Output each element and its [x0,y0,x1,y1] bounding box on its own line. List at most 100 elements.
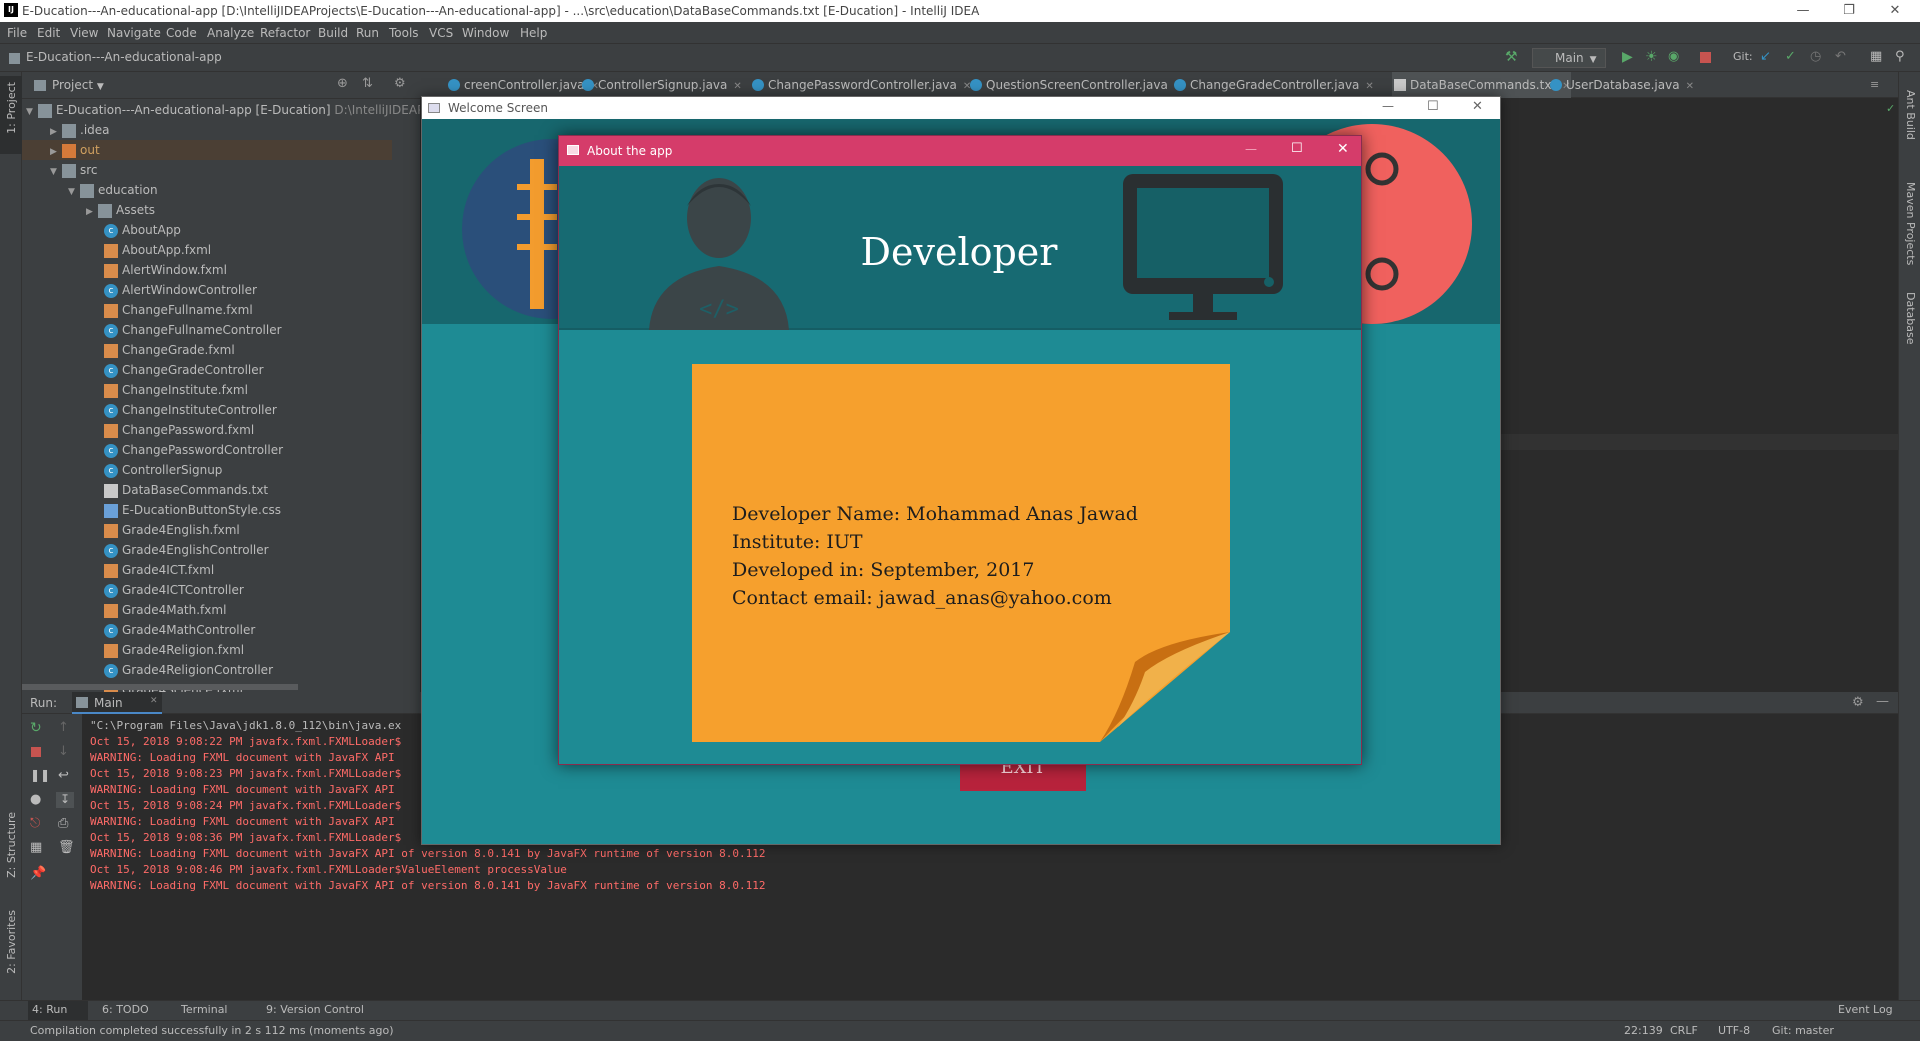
bottom-vcs-label[interactable]: 9: Version Control [266,1003,364,1016]
tree-item[interactable]: c Grade4ReligionController [104,660,273,680]
tree-item[interactable]: ChangeFullname.fxml [104,300,253,320]
caret-position[interactable]: 22:139 [1624,1024,1663,1037]
stop-icon[interactable] [1700,52,1711,63]
rerun-icon[interactable]: ↻ [30,720,42,736]
bottom-todo-label[interactable]: 6: TODO [102,1003,149,1016]
editor-tab[interactable]: ControllerSignup.java ✕ [580,72,742,98]
git-branch[interactable]: Git: master [1772,1024,1834,1037]
close-icon[interactable]: ✕ [1872,0,1918,22]
tree-horizontal-scrollbar[interactable] [22,684,298,690]
tree-item[interactable]: Grade4Math.fxml [104,600,226,620]
pin-icon[interactable]: 📌 [30,866,46,881]
soft-wrap-icon[interactable]: ↩ [58,768,69,783]
run-icon[interactable]: ▶ [1622,49,1633,65]
trash-icon[interactable]: 🗑 [58,840,75,855]
tree-item[interactable]: ChangeInstitute.fxml [104,380,248,400]
print-icon[interactable]: ⎙ [58,816,68,831]
run-hide-icon[interactable]: — [1876,694,1889,709]
tab-close-icon[interactable]: ✕ [1365,81,1373,92]
breadcrumb-project[interactable]: E-Ducation---An-educational-app [26,50,222,64]
project-structure-icon[interactable]: ▦ [1870,49,1882,64]
tree-item[interactable]: E-DucationButtonStyle.css [104,500,281,520]
tree-item[interactable]: ChangePassword.fxml [104,420,254,440]
tree-item[interactable]: ▼ src [50,160,98,180]
tree-item[interactable]: c ChangeInstituteController [104,400,277,420]
scroll-from-source-icon[interactable]: ⊕ [337,76,348,91]
line-separator[interactable]: CRLF [1670,1024,1698,1037]
tree-item[interactable]: c ChangePasswordController [104,440,283,460]
tree-item[interactable]: ▶ .idea [50,120,110,140]
tree-item[interactable]: c Grade4EnglishController [104,540,269,560]
inspection-ok-icon[interactable]: ✓ [1886,102,1895,115]
menu-view[interactable]: View [70,26,98,40]
tree-item[interactable]: ▶ Assets [86,200,155,220]
tree-item[interactable]: ▶ out [22,140,392,160]
run-settings-gear-icon[interactable]: ⚙ [1852,695,1864,710]
tree-item[interactable]: DataBaseCommands.txt [104,480,268,500]
tab-close-icon[interactable]: ✕ [733,81,741,92]
collapse-all-icon[interactable]: ⇅ [362,76,373,91]
restore-icon[interactable]: ❐ [1826,0,1872,22]
tool-database-label[interactable]: Database [1904,292,1917,345]
tree-item[interactable]: c ChangeGradeController [104,360,264,380]
editor-tab[interactable]: UserDatabase.java ✕ [1548,72,1694,98]
layout-icon[interactable]: ▦ [30,840,42,855]
menu-analyze[interactable]: Analyze [207,26,254,40]
scroll-down-icon[interactable]: ↓ [58,744,69,759]
minimize-icon[interactable]: — [1780,0,1826,22]
event-log-label[interactable]: Event Log [1838,1003,1893,1016]
menu-tools[interactable]: Tools [389,26,419,40]
bottom-terminal-label[interactable]: Terminal [181,1003,228,1016]
menu-code[interactable]: Code [166,26,197,40]
tree-item[interactable]: ChangeGrade.fxml [104,340,235,360]
menu-vcs[interactable]: VCS [429,26,453,40]
run-tab-main[interactable]: Main ✕ [72,692,162,714]
tree-item[interactable]: AboutApp.fxml [104,240,211,260]
tree-item[interactable]: c ControllerSignup [104,460,222,480]
run-tab-close-icon[interactable]: ✕ [150,696,158,706]
menu-window[interactable]: Window [462,26,509,40]
tree-item[interactable]: c Grade4ICTController [104,580,244,600]
run-config-select[interactable]: Main ▼ [1532,48,1606,68]
git-history-icon[interactable]: ◷ [1810,49,1821,64]
tab-close-icon[interactable]: ✕ [1686,81,1694,92]
menu-edit[interactable]: Edit [37,26,60,40]
run-stop-icon[interactable] [31,747,41,757]
tree-item[interactable]: c ChangeFullnameController [104,320,282,340]
editor-tab[interactable]: creenController.java ✕ [446,72,599,98]
editor-tab[interactable]: ChangeGradeController.java ✕ [1172,72,1374,98]
editor-tab[interactable]: DataBaseCommands.txt ✕ [1392,72,1571,98]
editor-tab[interactable]: ChangePasswordController.java ✕ [750,72,971,98]
coverage-icon[interactable]: ◉ [1668,49,1679,64]
menu-navigate[interactable]: Navigate [107,26,161,40]
camera-icon[interactable]: ● [30,792,41,807]
welcome-close-icon[interactable]: ✕ [1472,99,1483,114]
project-view-select[interactable]: Project ▼ [52,78,104,92]
welcome-minimize-icon[interactable]: — [1382,99,1394,113]
menu-refactor[interactable]: Refactor [260,26,310,40]
tool-structure-label[interactable]: Z: Structure [5,812,18,878]
scroll-up-icon[interactable]: ↑ [58,720,69,735]
search-icon[interactable]: ⚲ [1895,49,1905,64]
debug-icon[interactable]: ☀ [1645,49,1658,65]
git-revert-icon[interactable]: ↶ [1835,49,1846,64]
tool-favorites-label[interactable]: 2: Favorites [5,910,18,974]
menu-help[interactable]: Help [520,26,547,40]
tabs-overflow-icon[interactable]: ≡ [1870,78,1879,91]
tool-ant-label[interactable]: Ant Build [1904,90,1917,140]
tool-maven-label[interactable]: Maven Projects [1904,182,1917,265]
file-encoding[interactable]: UTF-8 [1718,1024,1750,1037]
tree-item[interactable]: AlertWindow.fxml [104,260,227,280]
tree-item[interactable]: Grade4English.fxml [104,520,240,540]
tree-item[interactable]: c AlertWindowController [104,280,257,300]
about-close-icon[interactable]: ✕ [1337,141,1349,157]
tree-item[interactable]: c Grade4MathController [104,620,255,640]
tree-item[interactable]: Grade4ICT.fxml [104,560,214,580]
gear-icon[interactable]: ⚙ [394,76,406,91]
exit-icon[interactable]: ⎋ [30,816,40,831]
tree-item[interactable]: ▼ education [68,180,158,200]
menu-file[interactable]: File [7,26,27,40]
welcome-maximize-icon[interactable]: ☐ [1427,99,1439,114]
about-maximize-icon[interactable]: ☐ [1291,141,1303,156]
menu-run[interactable]: Run [356,26,379,40]
